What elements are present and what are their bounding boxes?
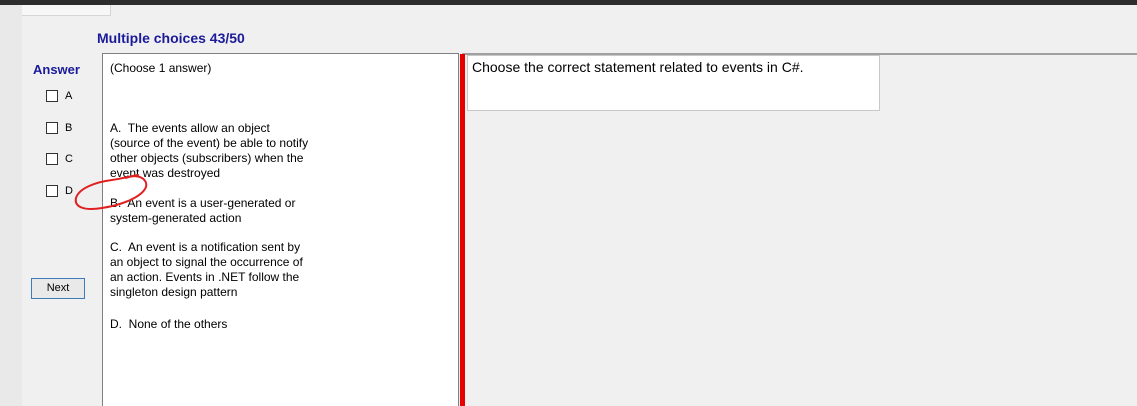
next-button[interactable]: Next (31, 278, 85, 299)
answer-label: Answer (33, 62, 80, 77)
checkbox-b[interactable] (46, 122, 58, 134)
answer-option-c[interactable]: C (46, 153, 73, 165)
checkbox-c[interactable] (46, 153, 58, 165)
choices-instruction: (Choose 1 answer) (110, 61, 212, 75)
window-top-bar (0, 0, 1137, 5)
checkbox-b-label: B (65, 122, 73, 134)
answer-option-d[interactable]: D (46, 185, 73, 197)
left-margin-strip (0, 5, 22, 406)
choice-c-text: C. An event is a notification sent by an… (110, 240, 303, 299)
checkbox-d[interactable] (46, 185, 58, 197)
answer-option-b[interactable]: B (46, 122, 72, 134)
panel-splitter[interactable] (460, 54, 465, 406)
checkbox-a[interactable] (46, 90, 58, 102)
answer-option-a[interactable]: A (46, 90, 72, 102)
window-tab-strip (22, 5, 111, 16)
choices-panel (102, 53, 459, 406)
question-text: Choose the correct statement related to … (472, 59, 804, 75)
choice-d-text: D. None of the others (110, 317, 228, 331)
red-circle-annotation (74, 174, 148, 210)
checkbox-c-label: C (65, 153, 73, 165)
checkbox-a-label: A (65, 90, 73, 102)
page-title: Multiple choices 43/50 (97, 30, 245, 46)
